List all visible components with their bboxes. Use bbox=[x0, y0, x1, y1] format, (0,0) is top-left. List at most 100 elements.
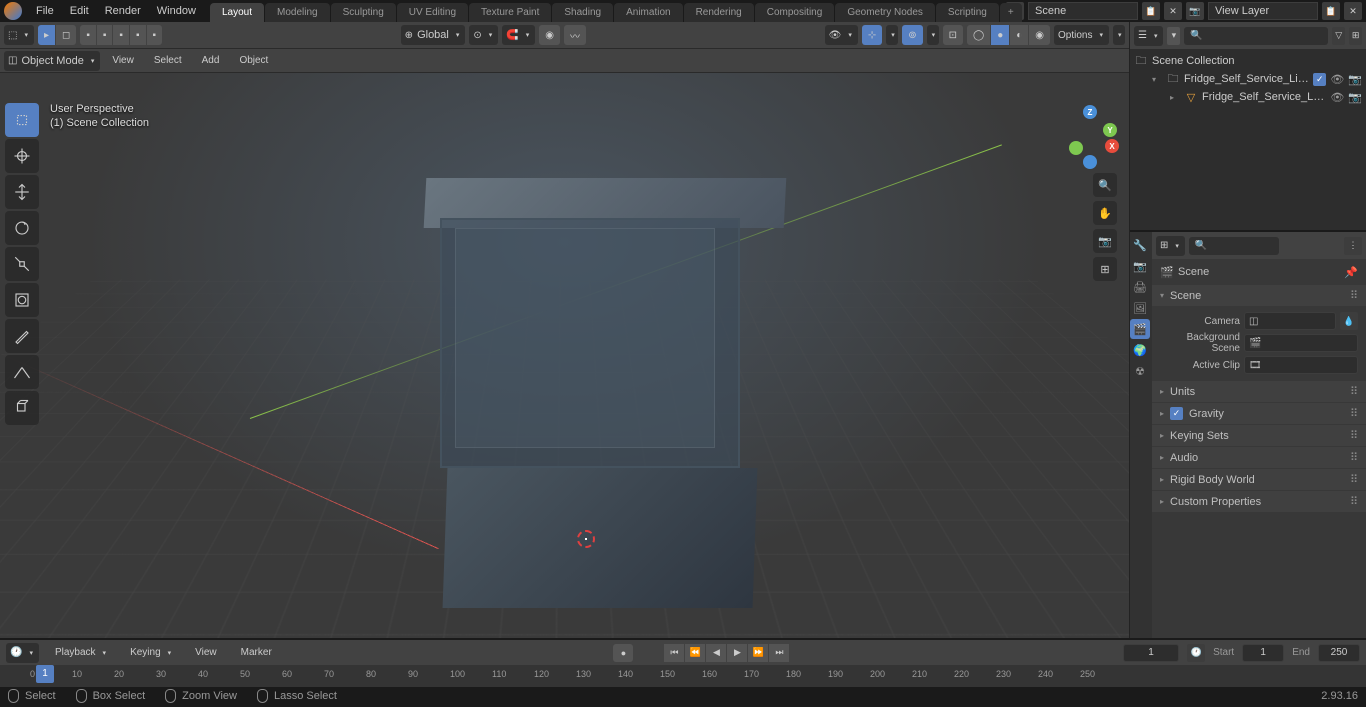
menu-view[interactable]: View bbox=[104, 55, 142, 66]
menu-render[interactable]: Render bbox=[97, 1, 149, 21]
outliner-display-mode[interactable]: ☰ bbox=[1134, 26, 1163, 46]
tab-sculpting[interactable]: Sculpting bbox=[331, 3, 396, 22]
timeline-editor-type[interactable]: 🕐 bbox=[6, 643, 39, 663]
timeline-ruler[interactable]: 1 01020304050607080901001101201301401501… bbox=[0, 665, 1366, 687]
disable-icon[interactable]: 📷 bbox=[1348, 91, 1362, 104]
panel-rigid-body-header[interactable]: Rigid Body World⠿ bbox=[1152, 469, 1366, 490]
menu-window[interactable]: Window bbox=[149, 1, 204, 21]
shading-material-icon[interactable]: ◐ bbox=[1010, 25, 1028, 45]
jump-end-icon[interactable]: ⏭ bbox=[769, 644, 789, 662]
outliner-search-input[interactable] bbox=[1184, 27, 1328, 45]
menu-select[interactable]: Select bbox=[146, 55, 190, 66]
editor-type-dropdown[interactable]: ⬚ bbox=[4, 25, 34, 45]
prop-tab-viewlayer[interactable]: 🖼 bbox=[1130, 298, 1150, 318]
outliner-new-collection-icon[interactable]: ⊞ bbox=[1349, 27, 1362, 45]
tab-animation[interactable]: Animation bbox=[614, 3, 682, 22]
snap-dropdown[interactable]: 🧲 bbox=[502, 25, 535, 45]
proportional-edit-icon[interactable]: ◉ bbox=[539, 25, 560, 45]
shading-dropdown[interactable] bbox=[1113, 25, 1125, 45]
prop-tab-scene[interactable]: 🎬 bbox=[1130, 319, 1150, 339]
properties-type-dropdown[interactable]: ⊞ bbox=[1156, 236, 1185, 256]
tab-rendering[interactable]: Rendering bbox=[684, 3, 754, 22]
current-frame-input[interactable] bbox=[1123, 644, 1179, 662]
camera-field[interactable]: ◫ bbox=[1244, 312, 1336, 330]
prop-tab-tool[interactable]: 🔧 bbox=[1130, 235, 1150, 255]
viewlayer-delete-button[interactable]: ✕ bbox=[1344, 2, 1362, 20]
fridge-mesh-object[interactable] bbox=[415, 178, 795, 638]
autokey-icon[interactable]: ● bbox=[613, 644, 633, 662]
properties-search-input[interactable] bbox=[1189, 237, 1279, 255]
panel-scene-header[interactable]: Scene ⠿ bbox=[1152, 285, 1366, 306]
play-reverse-icon[interactable]: ◀ bbox=[706, 644, 726, 662]
select-mode-4-icon[interactable]: ▪ bbox=[130, 25, 146, 45]
tool-select-box[interactable] bbox=[5, 103, 39, 137]
navigation-gizmo[interactable]: Z Y X bbox=[1059, 103, 1119, 163]
properties-options-icon[interactable]: ⋮ bbox=[1344, 237, 1362, 255]
pan-icon[interactable]: ✋ bbox=[1093, 201, 1117, 225]
shading-rendered-icon[interactable]: ◉ bbox=[1029, 25, 1050, 45]
viewlayer-browse-icon[interactable]: 📷 bbox=[1186, 2, 1204, 20]
tool-scale[interactable] bbox=[5, 247, 39, 281]
tool-annotate[interactable] bbox=[5, 319, 39, 353]
tab-texture-paint[interactable]: Texture Paint bbox=[469, 3, 551, 22]
camera-view-icon[interactable]: 📷 bbox=[1093, 229, 1117, 253]
pivot-dropdown[interactable]: ⊙ bbox=[469, 25, 498, 45]
tab-geometry-nodes[interactable]: Geometry Nodes bbox=[835, 3, 935, 22]
outliner-view-icon[interactable]: ▾ bbox=[1167, 27, 1180, 45]
gravity-checkbox[interactable]: ✓ bbox=[1170, 407, 1183, 420]
panel-keying-sets-header[interactable]: Keying Sets⠿ bbox=[1152, 425, 1366, 446]
select-mode-2-icon[interactable]: ▪ bbox=[97, 25, 113, 45]
play-icon[interactable]: ▶ bbox=[727, 644, 747, 662]
scene-new-button[interactable]: 📋 bbox=[1142, 2, 1160, 20]
overlay-dropdown[interactable] bbox=[927, 25, 939, 45]
prop-tab-render[interactable]: 📷 bbox=[1130, 256, 1150, 276]
tool-measure[interactable] bbox=[5, 355, 39, 389]
gizmo-neg-z[interactable] bbox=[1083, 155, 1097, 169]
menu-edit[interactable]: Edit bbox=[62, 1, 97, 21]
timeline-view-menu[interactable]: View bbox=[187, 647, 225, 658]
outliner-scene-collection[interactable]: 🗀 Scene Collection bbox=[1134, 52, 1362, 70]
scene-name-input[interactable] bbox=[1028, 2, 1138, 20]
expand-icon[interactable]: ▾ bbox=[1152, 75, 1162, 84]
options-dropdown[interactable]: Options bbox=[1054, 25, 1109, 45]
select-mode-5-icon[interactable]: ▪ bbox=[147, 25, 163, 45]
mode-dropdown[interactable]: ◫ Object Mode bbox=[4, 51, 100, 71]
gizmo-neg-y[interactable] bbox=[1069, 141, 1083, 155]
visibility-dropdown[interactable]: 👁 bbox=[825, 25, 858, 45]
gizmo-z-axis[interactable]: Z bbox=[1083, 105, 1097, 119]
tool-move[interactable] bbox=[5, 175, 39, 209]
start-frame-input[interactable] bbox=[1242, 644, 1284, 662]
tool-cursor[interactable] bbox=[5, 139, 39, 173]
active-clip-field[interactable]: 🎞 bbox=[1244, 356, 1358, 374]
preview-range-icon[interactable]: 🕐 bbox=[1187, 644, 1205, 662]
outliner-filter-icon[interactable]: ▽ bbox=[1332, 27, 1345, 45]
outliner-object-fridge[interactable]: ▸ ▽ Fridge_Self_Service_Line 👁 📷 bbox=[1134, 88, 1362, 106]
exclude-checkbox[interactable]: ✓ bbox=[1313, 73, 1326, 86]
prop-tab-output[interactable]: 🖨 bbox=[1130, 277, 1150, 297]
xray-toggle-icon[interactable]: ⊡ bbox=[943, 25, 963, 45]
tab-scripting[interactable]: Scripting bbox=[936, 3, 999, 22]
viewport-canvas[interactable]: User Perspective (1) Scene Collection Z … bbox=[0, 73, 1129, 638]
tab-shading[interactable]: Shading bbox=[552, 3, 613, 22]
pin-icon[interactable]: 📌 bbox=[1344, 266, 1358, 279]
panel-units-header[interactable]: Units⠿ bbox=[1152, 381, 1366, 402]
menu-add[interactable]: Add bbox=[194, 55, 228, 66]
curve-icon[interactable]: 〰 bbox=[564, 25, 586, 45]
gizmo-dropdown[interactable] bbox=[886, 25, 898, 45]
menu-object[interactable]: Object bbox=[231, 55, 276, 66]
outliner-collection-fridge[interactable]: ▾ 🗀 Fridge_Self_Service_Line_Elen ✓ 👁 📷 bbox=[1134, 70, 1362, 88]
tab-uv-editing[interactable]: UV Editing bbox=[397, 3, 468, 22]
disable-icon[interactable]: 📷 bbox=[1348, 73, 1362, 86]
viewlayer-new-button[interactable]: 📋 bbox=[1322, 2, 1340, 20]
expand-icon[interactable]: ▸ bbox=[1170, 93, 1180, 102]
hide-icon[interactable]: 👁 bbox=[1330, 91, 1344, 104]
viewlayer-name-input[interactable] bbox=[1208, 2, 1318, 20]
overlay-toggle-icon[interactable]: ⊚ bbox=[902, 25, 922, 45]
scene-delete-button[interactable]: ✕ bbox=[1164, 2, 1182, 20]
eyedropper-icon[interactable]: 💧 bbox=[1340, 312, 1358, 330]
tool-add-cube[interactable] bbox=[5, 391, 39, 425]
timeline-keying-menu[interactable]: Keying bbox=[122, 643, 179, 663]
gizmo-toggle-icon[interactable]: ⊹ bbox=[862, 25, 882, 45]
tab-add-workspace[interactable]: + bbox=[1000, 3, 1022, 22]
orientation-dropdown[interactable]: ⊕ Global bbox=[401, 25, 466, 45]
